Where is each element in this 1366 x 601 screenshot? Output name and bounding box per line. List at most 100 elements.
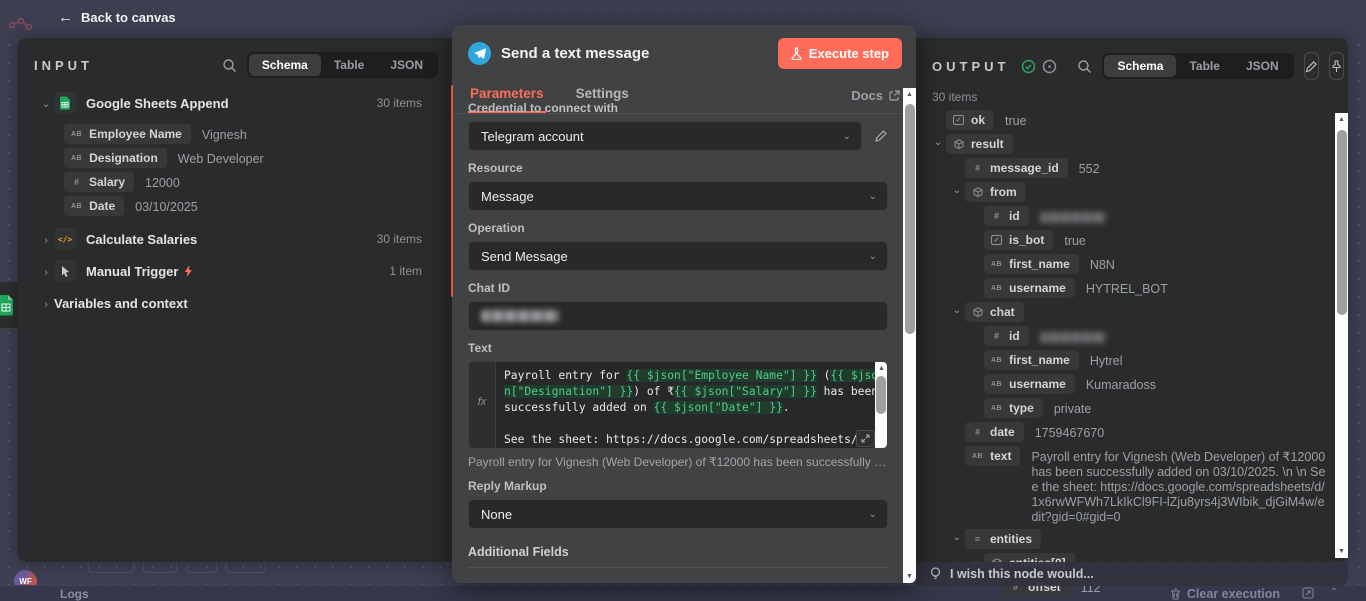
schema-field-row: ABDesignation Web Developer [18,146,438,170]
input-tab-json[interactable]: JSON [377,54,436,76]
schema-field-value: Web Developer [178,148,264,167]
output-tab-schema[interactable]: Schema [1104,55,1176,77]
chevron-right-icon[interactable]: › [38,264,54,278]
operation-select[interactable]: Send Message ⌄ [468,241,888,271]
scroll-up-arrow-icon[interactable]: ▲ [1335,113,1348,126]
credential-select[interactable]: Telegram account ⌄ [468,121,862,151]
credential-label: Credential to connect with [468,101,888,115]
edit-credential-icon[interactable] [874,129,888,143]
schema-field-pill[interactable]: #date [965,422,1024,442]
input-node-row[interactable]: › Variables and context [18,290,438,316]
modal-scrollbar[interactable]: ▲ ▼ [903,88,916,583]
string-type-icon: AB [71,155,82,162]
chevron-down-icon[interactable]: ⌄ [949,302,965,316]
chevron-down-icon[interactable]: ⌄ [930,134,946,148]
input-tab-table[interactable]: Table [321,54,377,76]
text-expression-editor[interactable]: fx Payroll entry for {{ $json["Employee … [468,361,888,449]
output-scrollbar[interactable]: ▲ ▼ [1335,113,1348,558]
input-node-item-count: 30 items [377,232,422,246]
reply-markup-select[interactable]: None ⌄ [468,499,888,529]
reply-markup-label: Reply Markup [468,479,888,493]
chevron-right-icon[interactable]: › [38,232,54,246]
operation-label: Operation [468,221,888,235]
schema-field-pill[interactable]: #Salary [64,172,134,192]
output-field-row: ⌄ ≡entities [916,527,1334,551]
schema-field-pill[interactable]: from [965,182,1026,202]
output-field-row: ABusername HYTREL_BOT [916,276,1334,300]
schema-field-pill[interactable]: ABDesignation [64,148,167,168]
execute-step-button[interactable]: Execute step [778,38,902,69]
schema-field-pill[interactable]: ABusername [984,374,1075,394]
object-type-icon [972,187,983,198]
fx-gutter: fx [469,362,496,448]
output-tab-json[interactable]: JSON [1233,55,1292,77]
schema-field-pill[interactable]: #id [984,326,1029,346]
output-field-row: #id [916,204,1334,228]
chat-id-input[interactable] [468,301,888,331]
schema-field-pill[interactable]: ABEmployee Name [64,124,191,144]
input-node-row[interactable]: ⌄ Google Sheets Append 30 items [18,90,438,116]
output-schema-tree: ✓ok true ⌄ result #message_id 552 ⌄ from… [916,108,1334,599]
number-type-icon: # [972,163,983,173]
string-type-icon: AB [991,261,1002,268]
schema-field-pill[interactable]: ✓ok [946,110,994,130]
schema-field-pill[interactable]: #id [984,206,1029,226]
telegram-icon [468,42,491,65]
input-node-row[interactable]: › Manual Trigger 1 item [18,258,438,284]
pin-data-button[interactable] [1329,52,1344,80]
text-label: Text [468,341,888,355]
output-panel-title: OUTPUT [932,59,1009,74]
boolean-type-icon: ✓ [953,115,964,125]
schema-field-pill[interactable]: chat [965,302,1024,322]
schema-field-pill[interactable]: ABusername [984,278,1075,298]
scrollbar-thumb[interactable] [905,104,915,334]
expression-code[interactable]: Payroll entry for {{ $json["Employee Nam… [496,362,887,448]
schema-field-pill[interactable]: ABtext [965,446,1020,466]
node-feedback-input[interactable]: I wish this node would... [916,562,1348,586]
expression-token: {{ $json["Date"] }} [654,401,783,414]
chat-id-redacted-value [481,310,559,322]
schema-field-pill[interactable]: ✓is_bot [984,230,1053,250]
input-node-name: Manual Trigger [86,264,178,279]
scroll-up-arrow-icon[interactable]: ▲ [903,88,916,101]
output-tab-table[interactable]: Table [1176,55,1232,77]
scroll-up-arrow-icon[interactable]: ▲ [875,362,888,375]
chevron-down-icon[interactable]: ⌄ [949,529,965,543]
input-tab-schema[interactable]: Schema [249,54,321,76]
chevron-down-icon[interactable]: ⌄ [949,182,965,196]
output-field-row: ABusername Kumaradoss [916,372,1334,396]
output-search-icon[interactable] [1077,59,1092,74]
operation-value: Send Message [481,249,568,264]
chevron-right-icon[interactable]: › [38,296,54,310]
expand-editor-button[interactable] [856,430,875,447]
input-node-name: Google Sheets Append [86,96,229,111]
schema-field-pill[interactable]: result [946,134,1013,154]
schema-field-row: ABDate 03/10/2025 [18,194,438,218]
lightning-bolt-icon [184,265,193,277]
scroll-down-arrow-icon[interactable]: ▼ [903,570,916,583]
schema-field-pill[interactable]: ABtype [984,398,1043,418]
input-node-row[interactable]: › </> Calculate Salaries 30 items [18,226,438,252]
editor-scrollbar[interactable]: ▲ [875,362,887,448]
scrollbar-thumb[interactable] [1337,130,1347,315]
edit-output-button[interactable] [1304,52,1319,80]
chevron-down-icon: ⌄ [843,131,851,142]
schema-field-pill[interactable]: ABDate [64,196,124,216]
input-search-icon[interactable] [222,58,237,73]
boolean-type-icon: ✓ [991,235,1002,245]
resource-select[interactable]: Message ⌄ [468,181,888,211]
back-to-canvas-button[interactable]: ← Back to canvas [58,9,176,26]
scroll-down-arrow-icon[interactable]: ▼ [1335,545,1348,558]
schema-field-pill[interactable]: ≡entities [965,529,1041,549]
chevron-down-icon[interactable]: ⌄ [38,96,54,110]
schema-field-pill[interactable]: ABfirst_name [984,254,1079,274]
schema-field-pill[interactable]: #message_id [965,158,1068,178]
back-to-canvas-label: Back to canvas [81,10,176,25]
output-field-row: #id [916,324,1334,348]
object-type-icon [972,307,983,318]
output-field-row: #date 1759467670 [916,420,1334,444]
schema-field-pill[interactable]: ABfirst_name [984,350,1079,370]
output-field-row: ABtext Payroll entry for Vignesh (Web De… [916,444,1334,527]
scrollbar-thumb[interactable] [876,376,886,414]
execution-info-icon[interactable] [1042,59,1057,74]
